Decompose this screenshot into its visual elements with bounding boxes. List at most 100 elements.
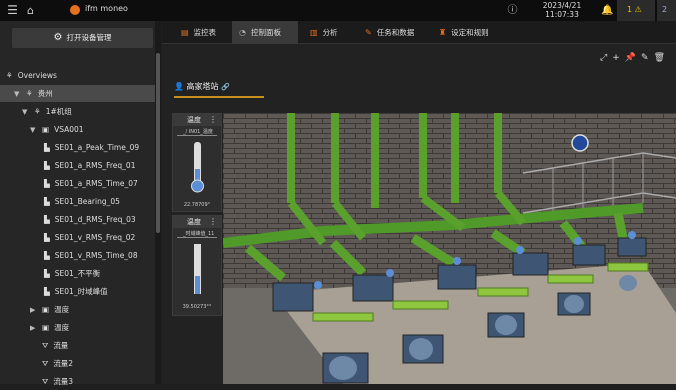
tree-item[interactable]: ▼ ⚘ 1#机组 — [0, 103, 155, 120]
ifm-logo-icon — [70, 5, 80, 15]
flow-icon: ⛛ — [42, 359, 49, 368]
chevron-down-icon[interactable]: ▼ — [14, 86, 26, 103]
warning-count: 1 — [627, 5, 633, 14]
tree-item[interactable]: ▼ ▣ VSA001 — [0, 121, 155, 138]
fullscreen-icon[interactable]: ⤢ — [600, 53, 612, 63]
tree-item-label: Overviews — [17, 71, 57, 80]
dashboard-icon: ◔ — [239, 28, 246, 37]
sensor-icon: ▣ — [42, 125, 50, 134]
level-gauge — [194, 244, 201, 294]
tree-item[interactable]: ▙ SE01_不平衡 — [0, 265, 155, 282]
add-icon[interactable]: + — [612, 53, 625, 63]
tree-item-label: VSA001 — [54, 125, 84, 134]
tree-item[interactable]: ▙ SE01_时域峰值 — [0, 283, 155, 300]
tree-item-label: 流量 — [53, 341, 69, 350]
tab-label: 设定和规则 — [451, 28, 489, 37]
chart-icon: ▙ — [44, 233, 50, 242]
tree-item-label: SE01_不平衡 — [54, 269, 101, 278]
tab-analysis[interactable]: ▥ 分析 — [305, 21, 355, 44]
temperature-widget-2[interactable]: 温度 ⋮ _时域峰值_11 39.50273°° — [172, 215, 222, 316]
tab-label: 控制面板 — [250, 28, 281, 37]
bell-icon[interactable]: 🔔 — [600, 3, 615, 18]
top-bar: ☰ ⌂ ifm moneo ⓘ 2023/4/21 11:07:33 🔔 1 ⚠… — [0, 0, 676, 21]
tree-item[interactable]: ⛛ 流量3 — [0, 373, 155, 390]
chart-icon: ▙ — [44, 287, 50, 296]
pump-station-3d-view[interactable] — [223, 113, 676, 384]
tree-item[interactable]: ▙ SE01_v_RMS_Time_08 — [0, 247, 155, 264]
home-icon[interactable]: ⌂ — [23, 3, 38, 18]
tree-item-label: SE01_v_RMS_Time_08 — [54, 251, 138, 260]
tree-item[interactable]: ▙ SE01_a_RMS_Freq_01 — [0, 157, 155, 174]
help-icon[interactable]: ⓘ — [505, 3, 520, 18]
tree-item-label: SE01_d_RMS_Freq_03 — [54, 215, 136, 224]
tree-item-label: 贵州 — [37, 89, 53, 98]
tree-item[interactable]: ▙ SE01_a_Peak_Time_09 — [0, 139, 155, 156]
tree-item-label: SE01_Bearing_05 — [54, 197, 120, 206]
tree-item[interactable]: ▙ SE01_a_RMS_Time_07 — [0, 175, 155, 192]
tree-item[interactable]: ▙ SE01_d_RMS_Freq_03 — [0, 211, 155, 228]
date-text: 2023/4/21 — [542, 1, 582, 10]
tree-item-label: SE01_v_RMS_Freq_02 — [54, 233, 136, 242]
chevron-down-icon[interactable]: ▼ — [30, 122, 42, 139]
tree-item[interactable]: ▶ ▣ 温度 — [0, 301, 155, 318]
chevron-right-icon[interactable]: ▶ — [30, 320, 42, 337]
temperature-widget[interactable]: 温度 ⋮ _/ IN01_温度 22.78709° — [172, 113, 222, 212]
site-icon: ⚘ — [26, 89, 33, 98]
edit-icon[interactable]: ✎ — [641, 53, 654, 63]
flow-icon: ⛛ — [42, 341, 49, 350]
tab-monitor-table[interactable]: ▤ 监控表 — [174, 21, 232, 44]
chevron-down-icon[interactable]: ▼ — [22, 104, 34, 121]
dashboard-toolbar: ⤢+📌✎🗑 — [600, 53, 670, 63]
tree-item-label: SE01_时域峰值 — [54, 287, 108, 296]
tree-item[interactable]: ▶ ▣ 温度 — [0, 319, 155, 336]
tab-tasks-data[interactable]: ✎ 任务和数据 — [360, 21, 430, 44]
rules-icon: ♜ — [439, 28, 447, 37]
dashboard-title-text: 高家塔站 — [186, 82, 219, 91]
warning-alert-badge[interactable]: 1 ⚠ — [617, 0, 655, 21]
tab-settings-rules[interactable]: ♜ 设定和规则 — [434, 21, 509, 44]
tree-item[interactable]: ▼ ⚘ 贵州 — [0, 85, 155, 102]
app-name: ifm moneo — [85, 4, 128, 13]
analysis-icon: ▥ — [310, 28, 318, 37]
info-alert-badge[interactable]: 2 — [657, 0, 676, 21]
chart-icon: ▙ — [44, 251, 50, 260]
date-time: 2023/4/21 11:07:33 — [532, 1, 592, 19]
widget-subtitle: _/ IN01_温度 — [177, 128, 217, 136]
table-icon: ▤ — [181, 28, 189, 37]
flow-icon: ⛛ — [42, 377, 49, 386]
user-icon: 👤 — [174, 82, 184, 91]
scrollbar-thumb[interactable] — [156, 53, 160, 233]
tree-item[interactable]: ⛛ 流量2 — [0, 355, 155, 372]
info-count: 2 — [662, 5, 668, 14]
tab-dashboard[interactable]: ◔ 控制面板 — [232, 21, 298, 44]
tree-item-label: 流量2 — [53, 359, 74, 368]
widget-subtitle: _时域峰值_11 — [177, 230, 217, 238]
menu-icon[interactable]: ☰ — [5, 3, 20, 18]
chart-icon: ▙ — [44, 143, 50, 152]
link-icon[interactable]: 🔗 — [221, 83, 230, 91]
thermometer-gauge — [191, 142, 204, 193]
delete-icon[interactable]: 🗑 — [654, 53, 670, 63]
tree-item[interactable]: ▙ SE01_v_RMS_Freq_02 — [0, 229, 155, 246]
tree-item[interactable]: ⛛ 流量 — [0, 337, 155, 354]
sidebar-scrollbar[interactable] — [155, 21, 161, 384]
device-management-label: 打开设备管理 — [66, 33, 112, 42]
pin-icon[interactable]: 📌 — [625, 53, 641, 63]
tree-item[interactable]: ▙ SE01_Bearing_05 — [0, 193, 155, 210]
tree-item-label: 流量3 — [53, 377, 74, 386]
widget-title: 温度 ⋮ — [173, 114, 221, 126]
chevron-right-icon[interactable]: ▶ — [30, 302, 42, 319]
chart-icon: ▙ — [44, 269, 50, 278]
time-text: 11:07:33 — [545, 10, 579, 19]
widget-value: 39.50273°° — [182, 304, 212, 310]
gear-icon: ⚙ — [53, 32, 63, 43]
warning-icon: ⚠ — [634, 5, 642, 14]
more-options-icon[interactable]: ⋮ — [209, 216, 217, 228]
tasks-icon: ✎ — [365, 28, 372, 37]
tab-label: 任务和数据 — [376, 28, 415, 37]
sensor-icon: ▣ — [42, 305, 50, 314]
device-management-button[interactable]: ⚙ 打开设备管理 — [12, 28, 153, 48]
tree-item[interactable]: ⚘ Overviews — [0, 67, 155, 84]
more-options-icon[interactable]: ⋮ — [209, 114, 217, 126]
tree-item-label: SE01_a_Peak_Time_09 — [54, 143, 140, 152]
